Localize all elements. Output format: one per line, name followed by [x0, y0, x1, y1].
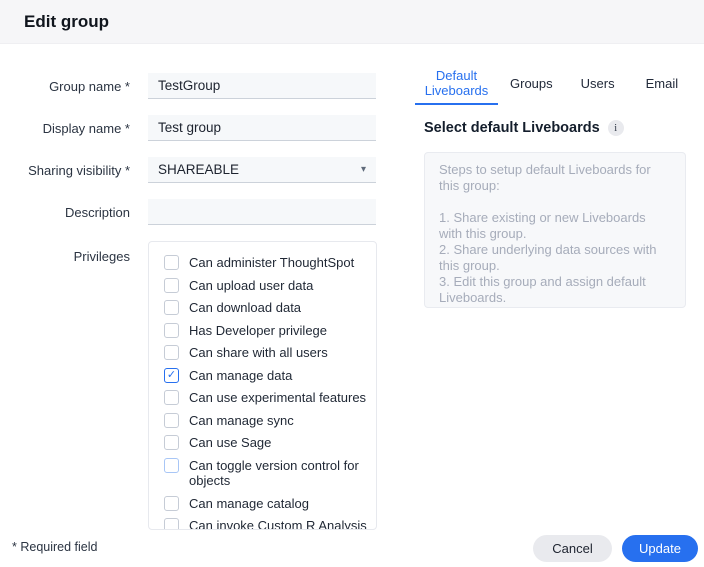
privilege-label: Can use Sage — [189, 435, 271, 451]
form-row-group-name: Group name * — [0, 73, 400, 99]
step-2: 2. Share underlying data sources with th… — [439, 242, 671, 274]
liveboards-steps-box: Steps to setup default Liveboards for th… — [424, 152, 686, 308]
update-button[interactable]: Update — [622, 535, 698, 562]
privilege-label: Has Developer privilege — [189, 323, 327, 339]
checkbox[interactable] — [164, 435, 179, 450]
cancel-button[interactable]: Cancel — [533, 535, 612, 562]
chevron-down-icon: ▾ — [361, 165, 366, 175]
privilege-item: Can administer ThoughtSpot — [164, 255, 368, 271]
privilege-item: Can download data — [164, 300, 368, 316]
tab-users[interactable]: Users — [581, 76, 615, 105]
privilege-label: Can manage catalog — [189, 496, 309, 512]
group-name-input[interactable] — [148, 73, 376, 99]
privilege-item: Can manage sync — [164, 413, 368, 429]
privilege-label: Can use experimental features — [189, 390, 366, 406]
checkbox[interactable] — [164, 458, 179, 473]
info-icon[interactable]: i — [608, 120, 624, 136]
sharing-visibility-label: Sharing visibility * — [0, 163, 130, 178]
step-3: 3. Edit this group and assign default Li… — [439, 274, 671, 306]
checkbox[interactable] — [164, 345, 179, 360]
checkbox[interactable] — [164, 255, 179, 270]
step-1: 1. Share existing or new Liveboards with… — [439, 210, 671, 242]
display-name-label: Display name * — [0, 121, 130, 136]
checkbox-checked[interactable]: ✓ — [164, 368, 179, 383]
right-panel-tabs: Default Liveboards Groups Users Email — [415, 68, 678, 105]
form-row-description: Description — [0, 199, 400, 225]
privilege-label: Can manage sync — [189, 413, 294, 429]
checkbox[interactable] — [164, 496, 179, 511]
privilege-label: Can upload user data — [189, 278, 313, 294]
dialog-header: Edit group — [0, 0, 704, 44]
group-form: Group name * Display name * Sharing visi… — [0, 44, 400, 530]
checkbox[interactable] — [164, 278, 179, 293]
checkbox[interactable] — [164, 323, 179, 338]
sharing-visibility-select[interactable]: SHAREABLE ▾ — [148, 157, 376, 183]
required-field-note: * Required field — [12, 540, 97, 554]
checkbox[interactable] — [164, 390, 179, 405]
privilege-item: Can share with all users — [164, 345, 368, 361]
heading-text: Select default Liveboards — [424, 120, 600, 136]
checkbox[interactable] — [164, 413, 179, 428]
privileges-label: Privileges — [0, 241, 130, 264]
privilege-item: Can use Sage — [164, 435, 368, 451]
privilege-item: Can use experimental features — [164, 390, 368, 406]
privilege-label: Can invoke Custom R Analysis — [189, 518, 367, 530]
select-default-liveboards-heading: Select default Liveboards i — [424, 120, 624, 136]
display-name-input[interactable] — [148, 115, 376, 141]
checkbox[interactable] — [164, 300, 179, 315]
group-name-label: Group name * — [0, 79, 130, 94]
privilege-item: ✓ Can manage data — [164, 368, 368, 384]
form-row-privileges: Privileges Can administer ThoughtSpot Ca… — [0, 241, 400, 530]
page-title: Edit group — [24, 12, 109, 32]
privilege-item: Has Developer privilege — [164, 323, 368, 339]
form-row-sharing-visibility: Sharing visibility * SHAREABLE ▾ — [0, 157, 400, 183]
privileges-list[interactable]: Can administer ThoughtSpot Can upload us… — [148, 241, 377, 530]
privilege-item: Can manage catalog — [164, 496, 368, 512]
privilege-label: Can administer ThoughtSpot — [189, 255, 354, 271]
privilege-item: Can invoke Custom R Analysis — [164, 518, 368, 530]
privilege-item: Can toggle version control for objects — [164, 458, 368, 489]
privilege-item: Can upload user data — [164, 278, 368, 294]
tab-default-liveboards[interactable]: Default Liveboards — [415, 68, 498, 105]
checkbox[interactable] — [164, 518, 179, 530]
privilege-label: Can share with all users — [189, 345, 328, 361]
privilege-label: Can toggle version control for objects — [189, 458, 368, 489]
description-label: Description — [0, 205, 130, 220]
description-input[interactable] — [148, 199, 376, 225]
tab-email[interactable]: Email — [646, 76, 679, 105]
steps-intro: Steps to setup default Liveboards for th… — [439, 162, 671, 194]
privilege-label: Can download data — [189, 300, 301, 316]
tab-groups[interactable]: Groups — [510, 76, 553, 105]
privilege-label: Can manage data — [189, 368, 292, 384]
form-row-display-name: Display name * — [0, 115, 400, 141]
select-value: SHAREABLE — [158, 162, 239, 177]
